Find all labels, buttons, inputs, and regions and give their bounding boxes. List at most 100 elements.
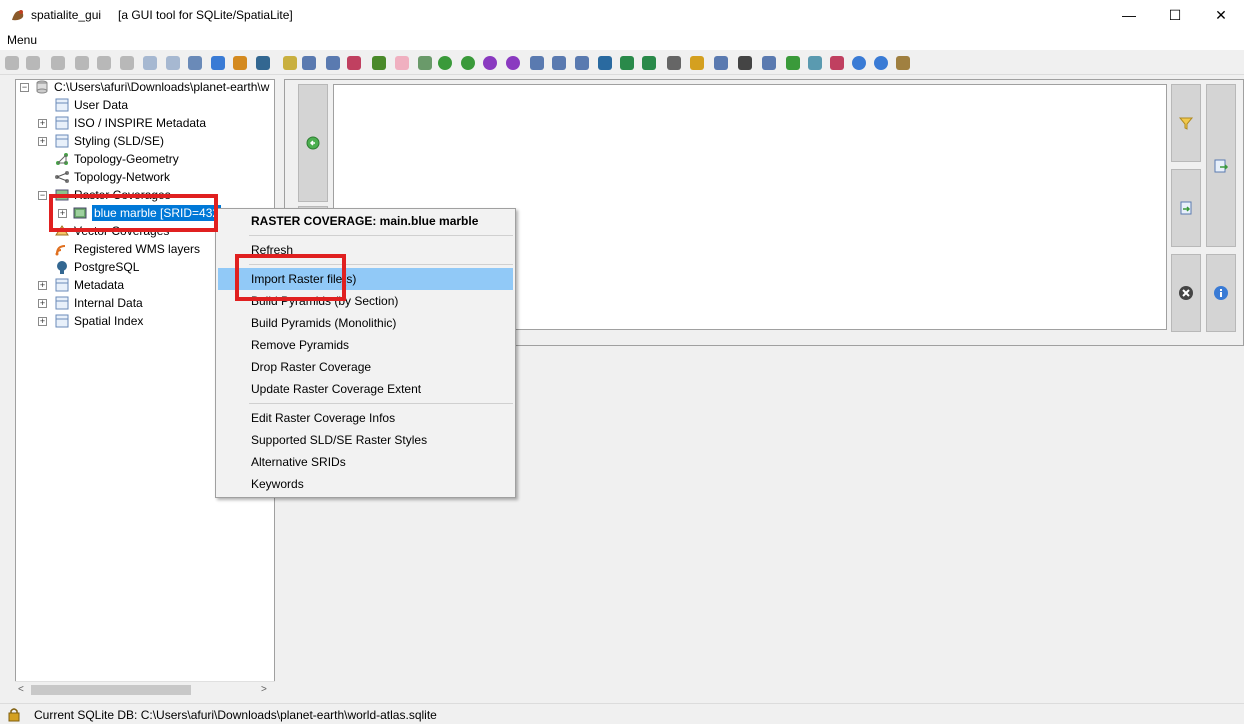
exit-icon[interactable] — [894, 54, 912, 72]
tree-item-user-data[interactable]: User Data — [54, 96, 128, 114]
database-icon — [36, 80, 48, 94]
filter-button[interactable] — [1171, 84, 1201, 162]
postgres-icon — [57, 261, 67, 274]
tree-root[interactable]: C:\Users\afuri\Downloads\planet-earth\w — [34, 78, 269, 96]
tables-icon — [55, 98, 69, 112]
status-bar: Current SQLite DB: C:\Users\afuri\Downlo… — [0, 703, 1244, 724]
tree-item-wms-layers[interactable]: Registered WMS layers — [54, 240, 200, 258]
charts-icon[interactable] — [345, 54, 363, 72]
raster-icon[interactable] — [784, 54, 802, 72]
load-shp-icon[interactable] — [231, 54, 249, 72]
annotation-highlight-menu-item — [235, 254, 346, 301]
doc-icon[interactable] — [528, 54, 546, 72]
postgres-icon[interactable] — [254, 54, 272, 72]
list-icon[interactable] — [736, 54, 754, 72]
expand-icon[interactable]: + — [38, 281, 47, 290]
tree-item-metadata[interactable]: Metadata — [54, 276, 124, 294]
connect-icon[interactable] — [3, 54, 21, 72]
tree-item-iso-metadata[interactable]: ISO / INSPIRE Metadata — [54, 114, 206, 132]
collapse-icon[interactable]: − — [38, 191, 47, 200]
tree-item-postgresql[interactable]: PostgreSQL — [54, 258, 139, 276]
menu-item-build-pyramids-monolithic[interactable]: Build Pyramids (Monolithic) — [218, 312, 513, 334]
expand-icon[interactable]: + — [38, 317, 47, 326]
minimize-button[interactable]: — — [1106, 0, 1152, 30]
globe-blue-icon[interactable] — [459, 54, 477, 72]
scroll-right-arrow[interactable]: > — [261, 684, 267, 695]
clear-button[interactable] — [1171, 254, 1201, 332]
dbf-icon[interactable] — [806, 54, 824, 72]
execute-sql-button[interactable] — [1206, 84, 1236, 247]
back-arrow-icon — [306, 136, 320, 150]
font-icon[interactable] — [828, 54, 846, 72]
menu-item-update-extent[interactable]: Update Raster Coverage Extent — [218, 378, 513, 400]
maximize-button[interactable]: ☐ — [1152, 0, 1198, 30]
tables-icon — [55, 116, 69, 130]
menu-item-alternative-srids[interactable]: Alternative SRIDs — [218, 451, 513, 473]
doc3-icon[interactable] — [573, 54, 591, 72]
menu-item-sld-styles[interactable]: Supported SLD/SE Raster Styles — [218, 429, 513, 451]
scroll-thumb[interactable] — [31, 685, 191, 695]
globe-violet-icon[interactable] — [504, 54, 522, 72]
import-icon — [1180, 201, 1192, 215]
attach-icon[interactable] — [186, 54, 204, 72]
map-icon[interactable] — [324, 54, 342, 72]
tree-item-topology-geometry[interactable]: Topology-Geometry — [54, 150, 179, 168]
tables-icon — [55, 278, 69, 292]
tree-root-expander[interactable]: − — [20, 83, 29, 92]
close-button[interactable]: ✕ — [1198, 0, 1244, 30]
wms-icon — [55, 245, 66, 256]
window-title: spatialite_gui — [31, 8, 102, 22]
menu-separator — [249, 403, 513, 404]
context-menu-header: RASTER COVERAGE: main.blue marble — [251, 214, 479, 228]
expand-icon[interactable]: + — [38, 119, 47, 128]
filter-icon — [1178, 117, 1194, 130]
load-txt-icon[interactable] — [281, 54, 299, 72]
excel2-icon[interactable] — [640, 54, 658, 72]
query-composer-icon[interactable] — [300, 54, 318, 72]
sanitize-icon[interactable] — [416, 54, 434, 72]
excel-icon[interactable] — [618, 54, 636, 72]
menu-main[interactable]: Menu — [7, 33, 37, 47]
scroll-left-arrow[interactable]: < — [18, 684, 24, 695]
bug-icon[interactable] — [370, 54, 388, 72]
expand-icon[interactable]: + — [38, 137, 47, 146]
wms-icon[interactable] — [760, 54, 778, 72]
doc4-icon[interactable] — [596, 54, 614, 72]
sql-script-icon[interactable] — [209, 54, 227, 72]
history-back-button[interactable] — [298, 84, 328, 202]
vacuum-icon[interactable] — [164, 54, 182, 72]
info-button[interactable] — [1206, 254, 1236, 332]
memory-save-icon[interactable] — [95, 54, 113, 72]
create-db-icon[interactable] — [24, 54, 42, 72]
doc2-icon[interactable] — [550, 54, 568, 72]
grid-icon[interactable] — [712, 54, 730, 72]
menu-item-remove-pyramids[interactable]: Remove Pyramids — [218, 334, 513, 356]
tables-icon — [55, 296, 69, 310]
disconnect-icon[interactable] — [49, 54, 67, 72]
eye-icon[interactable] — [665, 54, 683, 72]
context-menu: RASTER COVERAGE: main.blue marble Refres… — [215, 208, 516, 498]
tree-horizontal-scrollbar[interactable]: < > — [15, 681, 275, 698]
expand-icon[interactable]: + — [38, 299, 47, 308]
network-icon — [55, 171, 69, 183]
menu-item-keywords[interactable]: Keywords — [218, 473, 513, 495]
tree-item-spatial-index[interactable]: Spatial Index — [54, 312, 143, 330]
import-sql-button[interactable] — [1171, 169, 1201, 247]
topology-icon — [56, 153, 68, 165]
help-icon[interactable] — [850, 54, 868, 72]
memory-db-icon[interactable] — [73, 54, 91, 72]
about-icon[interactable] — [872, 54, 890, 72]
table-icon[interactable] — [688, 54, 706, 72]
status-text: Current SQLite DB: C:\Users\afuri\Downlo… — [34, 708, 437, 722]
globe-purple-icon[interactable] — [481, 54, 499, 72]
tree-item-internal-data[interactable]: Internal Data — [54, 294, 143, 312]
menu-bar: Menu — [0, 30, 1244, 50]
memory-load-icon[interactable] — [118, 54, 136, 72]
menu-item-drop-coverage[interactable]: Drop Raster Coverage — [218, 356, 513, 378]
tree-item-topology-network[interactable]: Topology-Network — [54, 168, 170, 186]
menu-item-edit-infos[interactable]: Edit Raster Coverage Infos — [218, 407, 513, 429]
tree-item-styling[interactable]: Styling (SLD/SE) — [54, 132, 164, 150]
globe-green-icon[interactable] — [436, 54, 454, 72]
checkgeom-icon[interactable] — [393, 54, 411, 72]
export-icon[interactable] — [141, 54, 159, 72]
